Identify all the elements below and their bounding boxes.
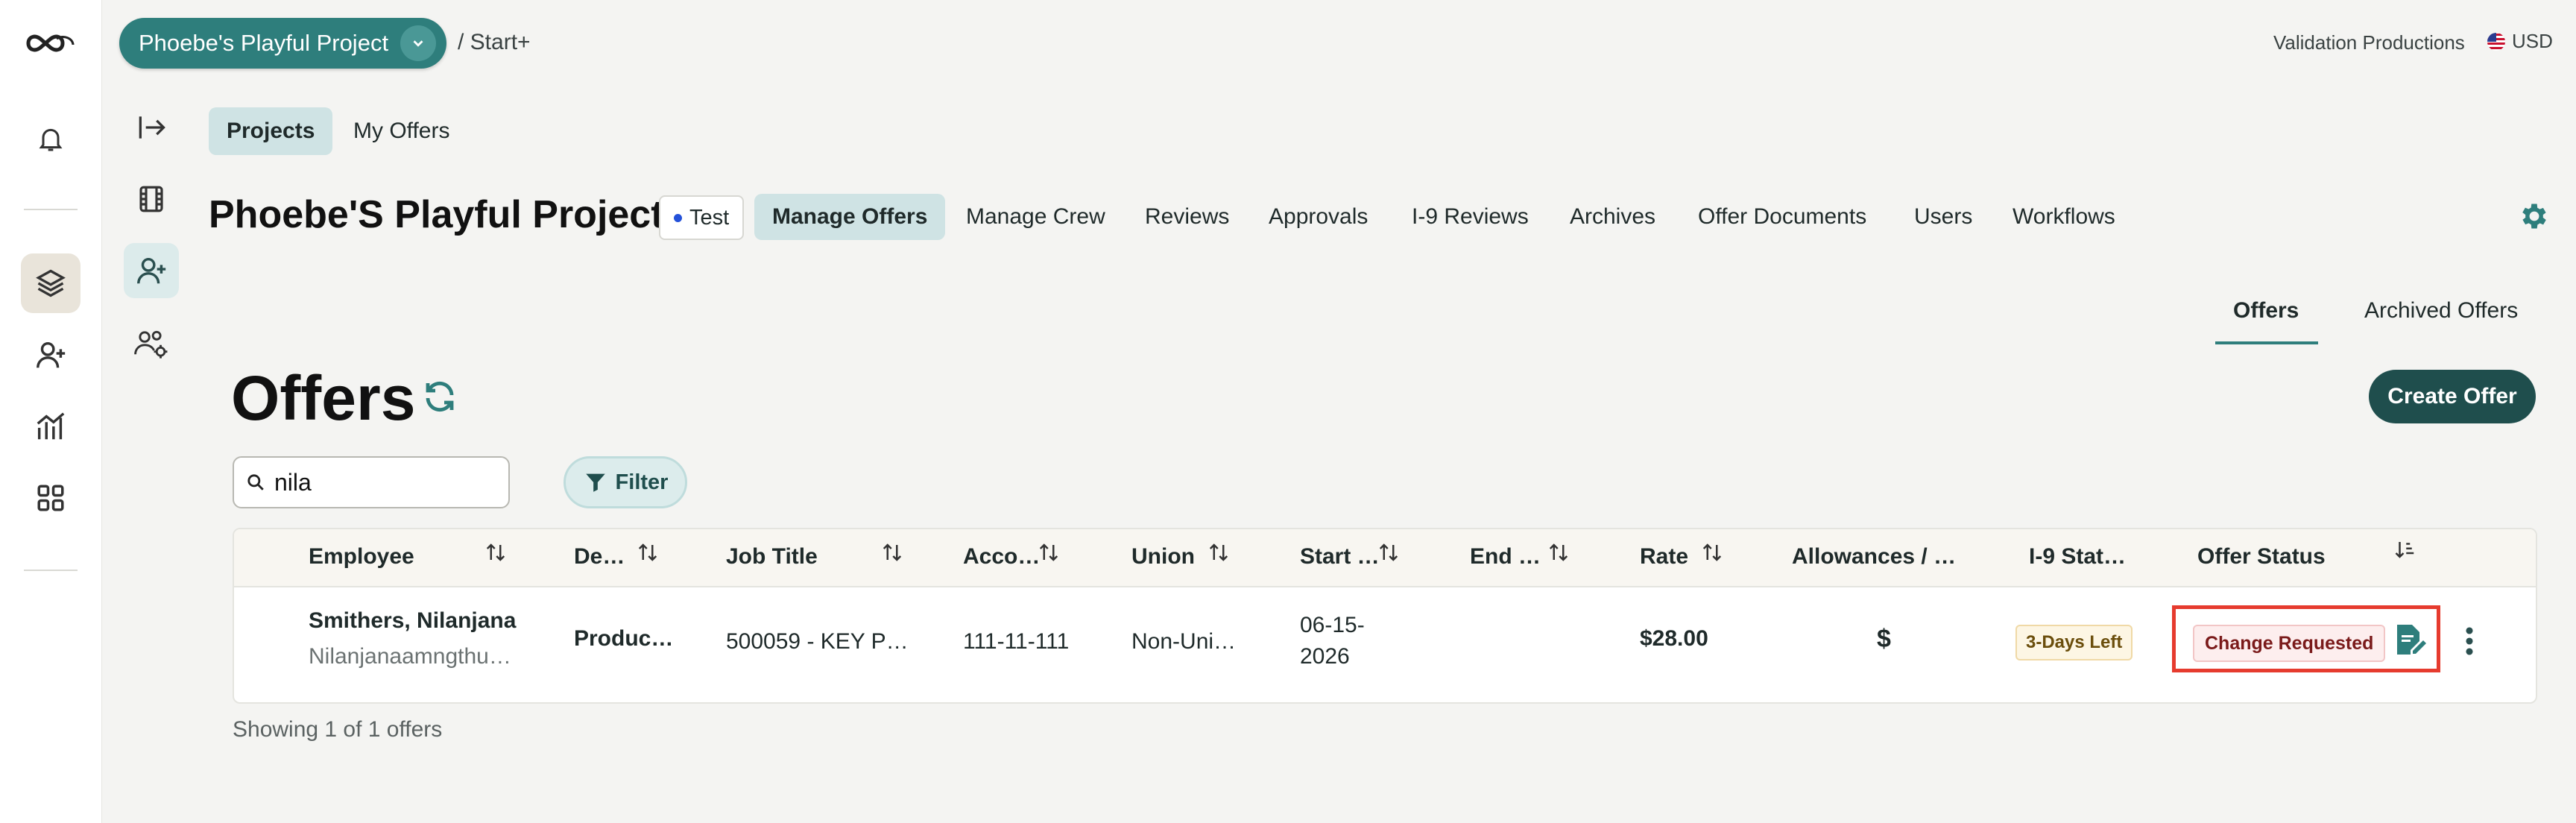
sort-icon[interactable]: [1208, 541, 1230, 564]
employee-email: Nilanjanaamngthu…: [309, 644, 511, 669]
filter-label: Filter: [615, 470, 669, 494]
tab-projects[interactable]: Projects: [209, 107, 333, 155]
offers-heading: Offers: [231, 363, 416, 433]
pagination-summary: Showing 1 of 1 offers: [233, 717, 443, 742]
allowances-cell[interactable]: $: [1877, 625, 1891, 654]
breadcrumb[interactable]: / Start+: [458, 30, 531, 55]
account-cell: 111-11-111: [963, 629, 1070, 654]
filter-button[interactable]: Filter: [564, 456, 687, 508]
rate-cell: $28.00: [1640, 626, 1708, 651]
start-date-line1: 06-15-: [1300, 613, 1365, 637]
add-user-icon[interactable]: [124, 243, 179, 298]
bell-icon[interactable]: [21, 109, 80, 168]
left-rail: [0, 0, 102, 823]
tab-workflows[interactable]: Workflows: [1995, 194, 2133, 240]
tab-offer-documents[interactable]: Offer Documents: [1680, 194, 1884, 240]
logo-icon[interactable]: [21, 13, 80, 73]
tab-my-offers[interactable]: My Offers: [335, 107, 467, 155]
column-header-start[interactable]: Start …: [1300, 544, 1380, 570]
search-icon: [246, 473, 265, 492]
sort-icon[interactable]: [637, 541, 659, 564]
refresh-icon[interactable]: [422, 379, 458, 414]
column-header-union[interactable]: Union: [1131, 544, 1195, 570]
us-flag-icon: [2487, 32, 2506, 51]
i9-status-badge: 3-Days Left: [2015, 625, 2133, 660]
rail-divider: [24, 570, 78, 571]
tab-manage-crew[interactable]: Manage Crew: [948, 194, 1123, 240]
tab-manage-offers[interactable]: Manage Offers: [754, 194, 946, 240]
film-icon[interactable]: [124, 171, 179, 227]
tab-archived-offers[interactable]: Archived Offers: [2364, 298, 2518, 324]
column-header-employee[interactable]: Employee: [309, 544, 414, 570]
tab-archives[interactable]: Archives: [1552, 194, 1673, 240]
company-name[interactable]: Validation Productions: [2273, 31, 2465, 54]
collapse-icon[interactable]: [124, 100, 179, 155]
column-header-job-title[interactable]: Job Title: [726, 544, 818, 570]
environment-badge: Test: [659, 195, 745, 240]
start-date-line2: 2026: [1300, 644, 1350, 669]
job-title-cell: 500059 - KEY P…: [726, 629, 909, 654]
edit-document-icon[interactable]: [2394, 622, 2427, 658]
column-header-account[interactable]: Acco…: [963, 544, 1040, 570]
union-cell: Non-Uni…: [1131, 629, 1237, 654]
search-field[interactable]: [233, 456, 510, 508]
rail-divider: [24, 209, 78, 210]
layers-icon[interactable]: [21, 253, 80, 313]
filter-icon: [583, 470, 608, 495]
chevron-down-icon: [400, 25, 437, 61]
department-cell: Produc…: [574, 626, 674, 651]
grid-icon[interactable]: [21, 468, 80, 528]
create-offer-button[interactable]: Create Offer: [2369, 370, 2536, 423]
add-user-icon[interactable]: [21, 325, 80, 385]
active-tab-indicator: [2215, 341, 2318, 344]
sort-icon[interactable]: [1701, 541, 1723, 564]
gear-icon[interactable]: [2518, 200, 2551, 233]
environment-label: Test: [689, 205, 730, 230]
employee-name[interactable]: Smithers, Nilanjana: [309, 608, 516, 634]
table-header: Employee De… Job Title Acco… Union Start…: [234, 529, 2536, 587]
page-title: Phoebe'S Playful Project: [209, 193, 664, 236]
offers-table: Employee De… Job Title Acco… Union Start…: [233, 528, 2537, 704]
sort-icon[interactable]: [1547, 541, 1570, 564]
offer-status-badge: Change Requested: [2193, 625, 2386, 662]
column-header-offer-status[interactable]: Offer Status: [2197, 544, 2326, 570]
team-settings-icon[interactable]: [124, 316, 179, 371]
tab-i9-reviews[interactable]: I-9 Reviews: [1394, 194, 1547, 240]
tab-offers[interactable]: Offers: [2233, 298, 2299, 324]
project-selector[interactable]: Phoebe's Playful Project: [119, 18, 447, 69]
analytics-icon[interactable]: [21, 397, 80, 456]
sort-icon[interactable]: [1038, 541, 1060, 564]
status-dot-icon: [674, 213, 682, 222]
column-header-i9-status[interactable]: I-9 Stat…: [2029, 544, 2126, 570]
tab-users[interactable]: Users: [1896, 194, 1990, 240]
sort-icon[interactable]: [881, 541, 903, 564]
sort-descending-icon[interactable]: [2394, 538, 2416, 561]
search-input[interactable]: [273, 467, 499, 497]
currency-selector[interactable]: USD: [2487, 30, 2553, 53]
column-header-department[interactable]: De…: [574, 544, 625, 570]
column-header-allowances[interactable]: Allowances / …: [1792, 544, 1956, 570]
project-name: Phoebe's Playful Project: [139, 30, 389, 56]
sort-icon[interactable]: [1377, 541, 1400, 564]
tab-approvals[interactable]: Approvals: [1251, 194, 1386, 240]
column-header-end[interactable]: End …: [1470, 544, 1541, 570]
more-options-icon[interactable]: [2464, 625, 2475, 658]
currency-label: USD: [2512, 30, 2553, 52]
sort-icon[interactable]: [484, 541, 507, 564]
tab-reviews[interactable]: Reviews: [1127, 194, 1247, 240]
column-header-rate[interactable]: Rate: [1640, 544, 1688, 570]
